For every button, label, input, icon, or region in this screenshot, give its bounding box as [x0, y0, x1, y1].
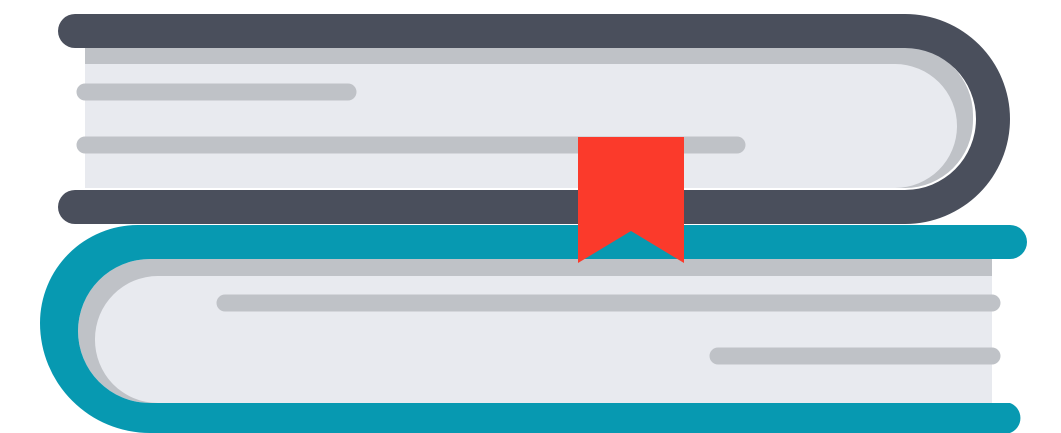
top-book: [58, 14, 1010, 224]
bottom-book: [40, 225, 1027, 433]
top-book-pages: [85, 64, 957, 188]
books-illustration: [0, 0, 1061, 433]
books-stack-icon: [40, 14, 1027, 433]
